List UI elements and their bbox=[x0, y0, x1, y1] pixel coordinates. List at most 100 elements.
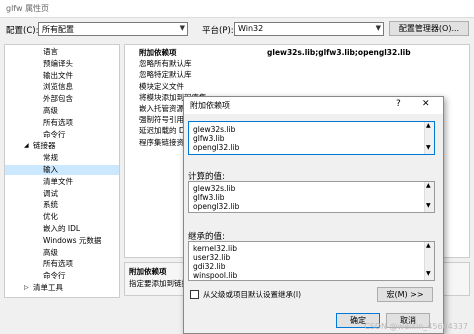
tree-item-label: 预编译头 bbox=[43, 58, 73, 68]
help-icon[interactable]: ? bbox=[396, 99, 401, 109]
tree-item[interactable]: 命令行 bbox=[5, 271, 119, 281]
scroll-up-icon[interactable]: ▲ bbox=[426, 122, 431, 129]
property-row[interactable]: 忽略所有默认库 bbox=[125, 58, 469, 69]
value-line: opengl32.lib bbox=[193, 143, 240, 152]
tree-item-label: 输入 bbox=[43, 165, 58, 174]
config-manager-button[interactable]: 配置管理器(O)... bbox=[389, 21, 469, 36]
property-name: 附加依赖项 bbox=[139, 48, 177, 57]
tree-item-label: 输出文件 bbox=[43, 70, 73, 80]
dialog-title: 附加依赖项 bbox=[190, 101, 230, 110]
property-name: 模块定义文件 bbox=[139, 81, 184, 91]
tree-item[interactable]: ◢ 链接器 bbox=[5, 141, 119, 151]
property-row[interactable]: 忽略特定默认库 bbox=[125, 69, 469, 80]
config-label: 配置(C): bbox=[6, 26, 39, 36]
tree-item-label: 系统 bbox=[43, 200, 58, 210]
tree-item-label: 高级 bbox=[43, 106, 58, 115]
chevron-down-icon: ▼ bbox=[179, 24, 185, 32]
macros-button[interactable]: 宏(M) >> bbox=[377, 287, 433, 302]
watermark: CSDN @weixin_45604337 bbox=[364, 322, 468, 331]
platform-label: 平台(P): bbox=[202, 26, 234, 36]
tree-item[interactable]: 常规 bbox=[5, 153, 119, 163]
tree-item[interactable]: 清单文件 bbox=[5, 177, 119, 187]
tree-item[interactable]: 外部包含 bbox=[5, 94, 119, 104]
window-titlebar: glfw 属性页 bbox=[0, 0, 474, 18]
inherit-checkbox-label: 从父级或项目默认设置继承(I) bbox=[203, 290, 302, 299]
tree-item[interactable]: 高级 bbox=[5, 248, 119, 258]
config-bar: 配置(C): 所有配置 ▼ 平台(P): Win32 ▼ 配置管理器(O)... bbox=[0, 18, 474, 42]
tree-item-label: 清单工具 bbox=[33, 283, 63, 292]
tree-item-label: 调试 bbox=[43, 188, 58, 198]
window-title: glfw 属性页 bbox=[6, 4, 50, 13]
dependencies-edit-box[interactable]: glew32s.lib glfw3.lib opengl32.lib ▲ ▼ bbox=[188, 121, 435, 155]
property-name: 强制符号引用 bbox=[139, 115, 184, 125]
tree-item[interactable]: 调试 bbox=[5, 189, 119, 199]
property-value: glew32s.lib;glfw3.lib;opengl32.lib bbox=[267, 48, 411, 57]
value-line: winspool.lib bbox=[193, 271, 238, 280]
value-line: user32.lib bbox=[193, 253, 231, 262]
scroll-up-icon[interactable]: ▲ bbox=[426, 242, 431, 249]
tree-item[interactable]: Windows 元数据 bbox=[5, 236, 119, 246]
additional-dependencies-dialog: 附加依赖项 ? ✕ glew32s.lib glfw3.lib opengl32.l… bbox=[183, 96, 444, 334]
value-line: kernel32.lib bbox=[193, 244, 237, 253]
tree-item-label: 优化 bbox=[43, 212, 58, 222]
property-tree[interactable]: 语言 预编译头 输出文件 浏览信息 外部包含 高级 所有选项 命令行 ◢ 链接器 常规 输入 清单文件调… bbox=[4, 44, 120, 298]
property-row[interactable]: 模块定义文件 bbox=[125, 81, 469, 92]
tree-item[interactable]: 语言 bbox=[5, 47, 119, 57]
property-name: 忽略特定默认库 bbox=[139, 70, 192, 80]
property-name: 忽略所有默认库 bbox=[139, 59, 192, 69]
tree-item[interactable]: 预编译头 bbox=[5, 59, 119, 69]
edit-scrollbar[interactable]: ▲ ▼ bbox=[424, 122, 434, 154]
tree-item-label: 所有选项 bbox=[43, 259, 73, 269]
scroll-up-icon[interactable]: ▲ bbox=[426, 182, 431, 189]
tree-item[interactable]: 系统 bbox=[5, 200, 119, 210]
collapsed-icon[interactable]: ▷ bbox=[24, 283, 29, 293]
tree-item[interactable]: 嵌入的 IDL bbox=[5, 224, 119, 234]
tree-item-label: 命令行 bbox=[43, 129, 66, 139]
close-icon[interactable]: ✕ bbox=[422, 99, 430, 109]
tree-item-label: 清单文件 bbox=[43, 176, 73, 186]
scroll-down-icon[interactable]: ▼ bbox=[426, 144, 431, 151]
chevron-down-icon: ▼ bbox=[375, 24, 381, 32]
platform-select[interactable]: Win32 ▼ bbox=[234, 22, 384, 36]
platform-select-value: Win32 bbox=[238, 24, 264, 33]
tree-item[interactable]: 输入 bbox=[5, 165, 119, 175]
inherited-scrollbar[interactable]: ▲ ▼ bbox=[424, 242, 434, 280]
inherited-values-box: kernel32.lib user32.lib gdi32.lib winspool.… bbox=[188, 241, 435, 281]
expanded-icon[interactable]: ◢ bbox=[24, 141, 29, 151]
description-text: 指定要添加到链接 bbox=[129, 279, 189, 288]
scroll-down-icon[interactable]: ▼ bbox=[426, 270, 431, 277]
value-line: glew32s.lib bbox=[193, 125, 236, 134]
value-line: glfw3.lib bbox=[193, 193, 225, 202]
tree-item[interactable]: 浏览信息 bbox=[5, 82, 119, 92]
inherit-checkbox[interactable] bbox=[190, 290, 199, 299]
scroll-down-icon[interactable]: ▼ bbox=[426, 202, 431, 209]
config-select[interactable]: 所有配置 ▼ bbox=[38, 22, 188, 36]
value-line: gdi32.lib bbox=[193, 262, 226, 271]
computed-scrollbar[interactable]: ▲ ▼ bbox=[424, 182, 434, 212]
tree-item-label: 高级 bbox=[43, 247, 58, 257]
tree-item[interactable]: 输出文件 bbox=[5, 71, 119, 81]
config-select-value: 所有配置 bbox=[42, 25, 74, 34]
value-line: glew32s.lib bbox=[193, 184, 236, 193]
tree-item[interactable]: 所有选项 bbox=[5, 118, 119, 128]
tree-item[interactable]: 高级 bbox=[5, 106, 119, 116]
property-row[interactable]: 附加依赖项 glew32s.lib;glfw3.lib;opengl32.lib bbox=[125, 47, 469, 58]
tree-item-label: 所有选项 bbox=[43, 117, 73, 127]
value-line: glfw3.lib bbox=[193, 134, 225, 143]
computed-values-box: glew32s.lib glfw3.lib opengl32.lib ▲ ▼ bbox=[188, 181, 435, 213]
tree-item-label: 链接器 bbox=[33, 141, 56, 151]
tree-item-label: 语言 bbox=[43, 47, 58, 56]
value-line: opengl32.lib bbox=[193, 202, 240, 211]
dialog-titlebar: 附加依赖项 ? ✕ bbox=[184, 97, 443, 114]
tree-item-label: 浏览信息 bbox=[43, 82, 73, 92]
tree-item[interactable]: 所有选项 bbox=[5, 259, 119, 269]
tree-item-label: 命令行 bbox=[43, 271, 66, 281]
tree-item[interactable]: 命令行 bbox=[5, 130, 119, 140]
tree-item[interactable]: ▷ 清单工具 bbox=[5, 283, 119, 293]
description-title: 附加依赖项 bbox=[129, 267, 167, 276]
tree-item[interactable]: 优化 bbox=[5, 212, 119, 222]
tree-item-label: Windows 元数据 bbox=[43, 235, 102, 245]
tree-item-label: 常规 bbox=[43, 153, 58, 163]
tree-item-label: 外部包含 bbox=[43, 94, 73, 104]
tree-item-label: 嵌入的 IDL bbox=[43, 224, 81, 233]
